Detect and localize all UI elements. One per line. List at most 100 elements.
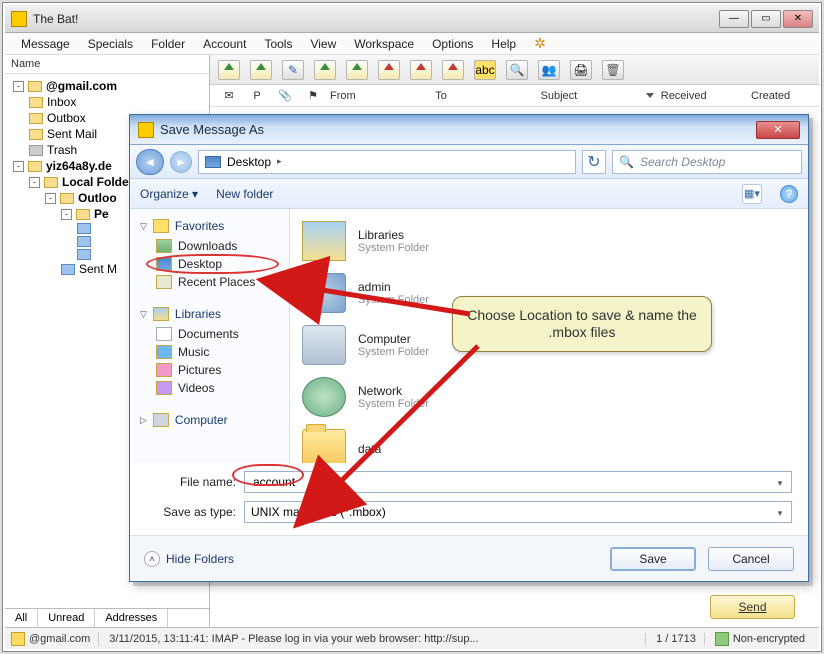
reply-icon[interactable] bbox=[314, 60, 336, 80]
col-flag-icon[interactable]: ✉ bbox=[218, 89, 240, 102]
expand-icon[interactable]: - bbox=[13, 81, 24, 92]
chevron-down-icon[interactable]: ▾ bbox=[772, 505, 788, 521]
resend-icon[interactable] bbox=[442, 60, 464, 80]
folder-icon bbox=[76, 209, 90, 220]
sidebar-downloads[interactable]: Downloads bbox=[134, 237, 285, 255]
send-button[interactable]: Send bbox=[710, 595, 795, 619]
gear-icon[interactable]: ✲ bbox=[526, 33, 554, 54]
minimize-button[interactable]: — bbox=[719, 10, 749, 28]
new-folder-button[interactable]: New folder bbox=[216, 187, 273, 201]
menu-help[interactable]: Help bbox=[483, 35, 524, 53]
desktop-icon bbox=[205, 156, 221, 168]
list-item[interactable]: LibrariesSystem Folder bbox=[298, 215, 800, 267]
expand-icon[interactable]: - bbox=[45, 193, 56, 204]
nav-back-button[interactable]: ◄ bbox=[136, 149, 164, 175]
nav-forward-button[interactable]: ► bbox=[170, 151, 192, 173]
expand-icon[interactable]: - bbox=[29, 177, 40, 188]
compose-icon[interactable]: ✎ bbox=[282, 60, 304, 80]
sidebar-videos[interactable]: Videos bbox=[134, 379, 285, 397]
sidebar-computer[interactable]: ▷Computer bbox=[134, 409, 285, 431]
forward-icon[interactable] bbox=[378, 60, 400, 80]
tree-inbox[interactable]: Inbox bbox=[47, 95, 76, 109]
col-received[interactable]: Received bbox=[646, 90, 745, 102]
print-icon[interactable]: 🖨 bbox=[570, 60, 592, 80]
downloads-icon bbox=[156, 239, 172, 253]
col-created[interactable]: Created bbox=[751, 90, 811, 102]
menu-specials[interactable]: Specials bbox=[80, 35, 141, 53]
search-icon: 🔍 bbox=[619, 155, 634, 169]
filename-field[interactable] bbox=[251, 474, 785, 490]
tree-account-label[interactable]: @gmail.com bbox=[46, 79, 117, 93]
list-item[interactable]: NetworkSystem Folder bbox=[298, 371, 800, 423]
sidebar-libraries[interactable]: ▽Libraries bbox=[134, 303, 285, 325]
filename-label: File name: bbox=[146, 475, 236, 489]
col-subject[interactable]: Subject bbox=[541, 90, 640, 102]
sidebar-music[interactable]: Music bbox=[134, 343, 285, 361]
folder-icon bbox=[77, 236, 91, 247]
documents-icon bbox=[156, 327, 172, 341]
col-attachment-icon[interactable]: 📎 bbox=[274, 89, 296, 102]
expand-icon[interactable]: - bbox=[13, 161, 24, 172]
dialog-toolbar: Organize ▾ New folder ▦▾ ? bbox=[130, 179, 808, 209]
chevron-right-icon[interactable]: ▸ bbox=[277, 156, 282, 167]
filename-input[interactable]: ▾ bbox=[244, 471, 792, 493]
receive-icon[interactable] bbox=[218, 60, 240, 80]
titlebar: The Bat! — ▭ ✕ bbox=[5, 5, 819, 33]
breadcrumb[interactable]: Desktop ▸ bbox=[198, 150, 576, 174]
breadcrumb-desktop[interactable]: Desktop bbox=[227, 155, 271, 169]
sidebar-recent[interactable]: Recent Places bbox=[134, 273, 285, 291]
user-folder-icon bbox=[302, 273, 346, 313]
receive-all-icon[interactable] bbox=[250, 60, 272, 80]
save-button[interactable]: Save bbox=[610, 547, 696, 571]
col-from[interactable]: From bbox=[330, 90, 429, 102]
col-flag2-icon[interactable]: ⚑ bbox=[302, 89, 324, 102]
dialog-titlebar: Save Message As ✕ bbox=[130, 115, 808, 145]
dialog-fields: File name: ▾ Save as type: UNIX mailboxe… bbox=[130, 463, 808, 535]
maximize-button[interactable]: ▭ bbox=[751, 10, 781, 28]
search-icon[interactable]: 🔍 bbox=[506, 60, 528, 80]
delete-icon[interactable]: 🗑 bbox=[602, 60, 624, 80]
tree-trash[interactable]: Trash bbox=[47, 143, 77, 157]
menu-account[interactable]: Account bbox=[195, 35, 254, 53]
abc-icon[interactable]: abc bbox=[474, 60, 496, 80]
tree-account2[interactable]: yiz64a8y.de bbox=[46, 159, 112, 173]
tab-all[interactable]: All bbox=[5, 609, 38, 627]
sidebar-favorites[interactable]: ▽Favorites bbox=[134, 215, 285, 237]
addressbook-icon[interactable]: 👥 bbox=[538, 60, 560, 80]
organize-button[interactable]: Organize ▾ bbox=[140, 187, 198, 201]
chevron-down-icon[interactable]: ▾ bbox=[772, 475, 788, 491]
expand-icon[interactable]: - bbox=[61, 209, 72, 220]
sidebar-pictures[interactable]: Pictures bbox=[134, 361, 285, 379]
refresh-button[interactable]: ↻ bbox=[582, 150, 606, 174]
tree-outbox[interactable]: Outbox bbox=[47, 111, 86, 125]
reply-all-icon[interactable] bbox=[346, 60, 368, 80]
tree-sentm[interactable]: Sent M bbox=[79, 262, 117, 276]
trash-icon bbox=[29, 145, 43, 156]
tree-outlook[interactable]: Outloo bbox=[78, 191, 117, 205]
menu-message[interactable]: Message bbox=[13, 35, 78, 53]
col-park-icon[interactable]: P bbox=[246, 90, 268, 102]
sidebar-desktop[interactable]: Desktop bbox=[134, 255, 285, 273]
list-item[interactable]: data bbox=[298, 423, 800, 463]
tree-pe[interactable]: Pe bbox=[94, 207, 109, 221]
sidebar-documents[interactable]: Documents bbox=[134, 325, 285, 343]
redirect-icon[interactable] bbox=[410, 60, 432, 80]
search-input[interactable]: 🔍 Search Desktop bbox=[612, 150, 802, 174]
menu-tools[interactable]: Tools bbox=[256, 35, 300, 53]
chevron-up-icon: ˄ bbox=[144, 551, 160, 567]
menu-folder[interactable]: Folder bbox=[143, 35, 193, 53]
dialog-close-button[interactable]: ✕ bbox=[756, 121, 800, 139]
col-to[interactable]: To bbox=[435, 90, 534, 102]
tab-addresses[interactable]: Addresses bbox=[95, 609, 168, 627]
help-icon[interactable]: ? bbox=[780, 185, 798, 203]
view-mode-button[interactable]: ▦▾ bbox=[742, 184, 762, 204]
close-button[interactable]: ✕ bbox=[783, 10, 813, 28]
menu-options[interactable]: Options bbox=[424, 35, 481, 53]
hide-folders-button[interactable]: ˄ Hide Folders bbox=[144, 551, 598, 567]
menu-view[interactable]: View bbox=[302, 35, 344, 53]
cancel-button[interactable]: Cancel bbox=[708, 547, 794, 571]
tree-sent[interactable]: Sent Mail bbox=[47, 127, 97, 141]
menu-workspace[interactable]: Workspace bbox=[346, 35, 422, 53]
savetype-select[interactable]: UNIX mailboxes (*.mbox) ▾ bbox=[244, 501, 792, 523]
tab-unread[interactable]: Unread bbox=[38, 609, 95, 627]
